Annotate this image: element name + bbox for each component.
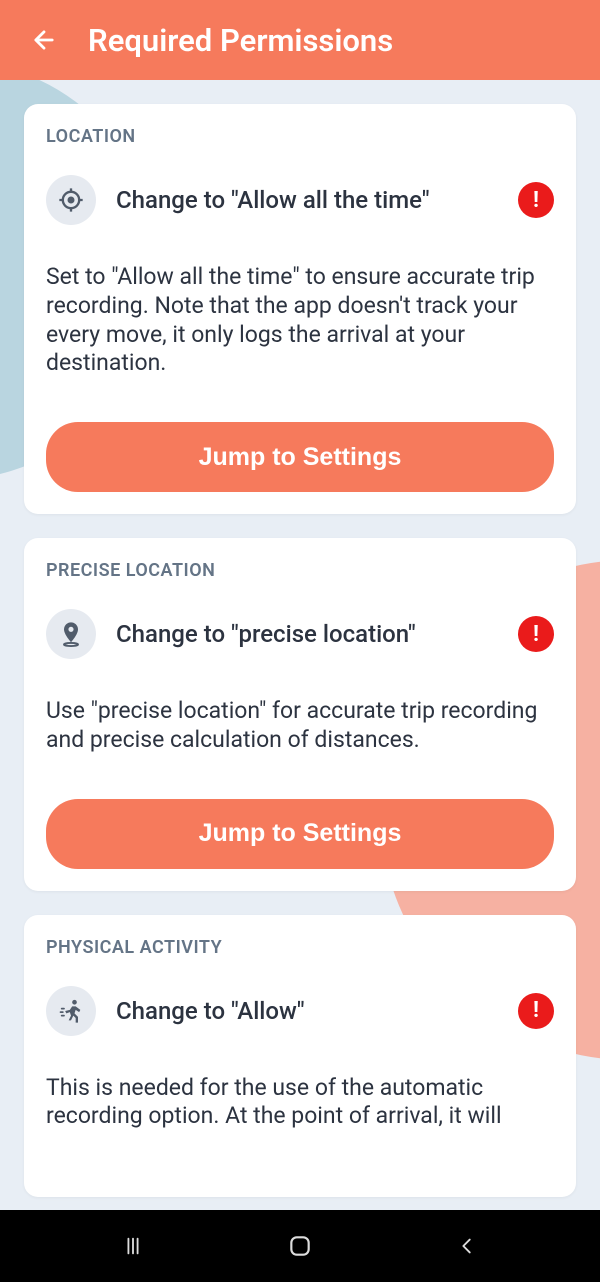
- app-header: Required Permissions: [0, 0, 600, 80]
- pin-drop-icon: [57, 620, 85, 648]
- home-icon: [287, 1233, 313, 1259]
- permission-row-text: Change to "precise location": [116, 620, 518, 648]
- permission-card-physical-activity: PHYSICAL ACTIVITY Change to "Allow" ! Th…: [24, 915, 576, 1198]
- card-section-title: PHYSICAL ACTIVITY: [46, 937, 554, 958]
- permission-row: Change to "Allow all the time" !: [46, 175, 554, 225]
- permission-row-text: Change to "Allow all the time": [116, 186, 518, 214]
- chevron-left-icon: [456, 1235, 478, 1257]
- card-section-title: PRECISE LOCATION: [46, 560, 554, 581]
- permission-icon-circle: [46, 175, 96, 225]
- permission-card-precise-location: PRECISE LOCATION Change to "precise loca…: [24, 538, 576, 891]
- permission-card-location: LOCATION Change to "Allow all the time" …: [24, 104, 576, 514]
- alert-badge: !: [518, 993, 554, 1029]
- back-button[interactable]: [24, 20, 64, 60]
- permission-row: Change to "precise location" !: [46, 609, 554, 659]
- permission-row: Change to "Allow" !: [46, 986, 554, 1036]
- permission-icon-circle: [46, 609, 96, 659]
- permission-description: This is needed for the use of the automa…: [46, 1074, 554, 1132]
- content-area: LOCATION Change to "Allow all the time" …: [0, 80, 600, 1210]
- page-title: Required Permissions: [88, 22, 393, 59]
- exclamation-icon: !: [533, 622, 539, 647]
- running-icon: [57, 997, 85, 1025]
- arrow-left-icon: [30, 26, 58, 54]
- permission-row-text: Change to "Allow": [116, 997, 518, 1025]
- permission-description: Set to "Allow all the time" to ensure ac…: [46, 263, 554, 378]
- permission-description: Use "precise location" for accurate trip…: [46, 697, 554, 755]
- home-button[interactable]: [280, 1226, 320, 1266]
- jump-to-settings-button[interactable]: Jump to Settings: [46, 799, 554, 869]
- jump-to-settings-button[interactable]: Jump to Settings: [46, 422, 554, 492]
- system-navbar: [0, 1210, 600, 1282]
- alert-badge: !: [518, 182, 554, 218]
- exclamation-icon: !: [533, 188, 539, 213]
- alert-badge: !: [518, 616, 554, 652]
- recent-apps-button[interactable]: [113, 1226, 153, 1266]
- permission-icon-circle: [46, 986, 96, 1036]
- card-section-title: LOCATION: [46, 126, 554, 147]
- location-crosshair-icon: [57, 186, 85, 214]
- exclamation-icon: !: [533, 998, 539, 1023]
- content-fade: [0, 1182, 600, 1210]
- recent-apps-icon: [122, 1235, 144, 1257]
- system-back-button[interactable]: [447, 1226, 487, 1266]
